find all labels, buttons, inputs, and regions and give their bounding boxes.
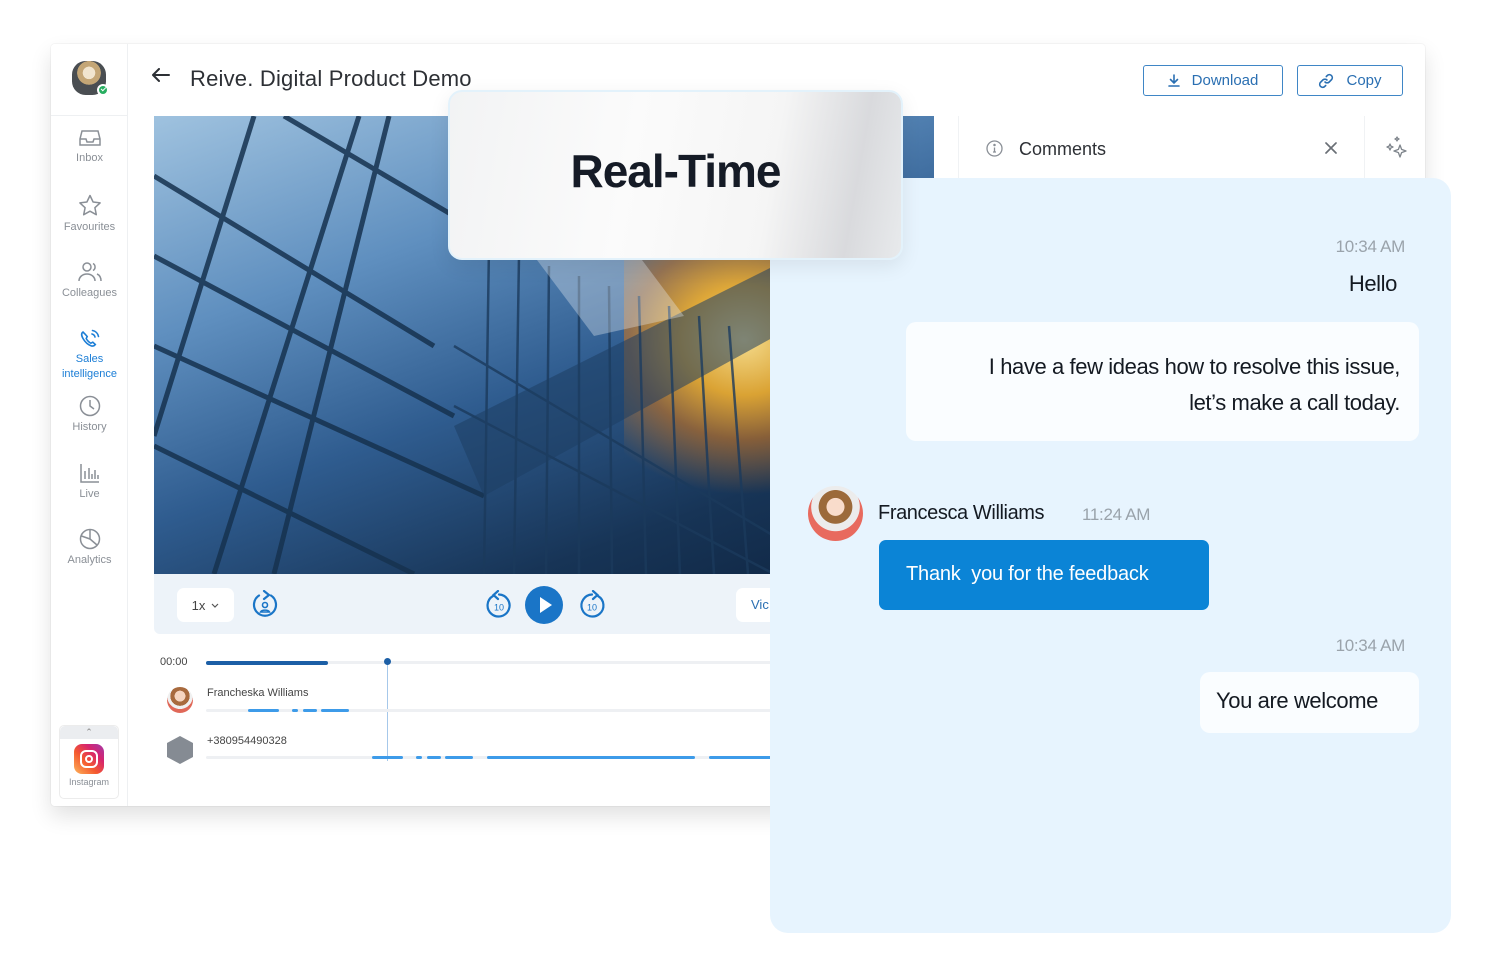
message-bubble: I have a few ideas how to resolve this i… — [906, 322, 1419, 441]
users-icon — [77, 262, 102, 282]
pie-chart-icon — [79, 528, 100, 550]
speech-segment[interactable] — [248, 709, 279, 712]
ai-assistant-button[interactable] — [1364, 116, 1425, 179]
rewind-10-icon[interactable]: 10 — [484, 590, 514, 620]
phone-ringing-icon — [80, 329, 99, 347]
chevron-down-icon — [211, 603, 219, 608]
download-button[interactable]: Download — [1143, 65, 1283, 96]
message-line: I have a few ideas how to resolve this i… — [988, 354, 1401, 379]
svg-text:10: 10 — [587, 603, 597, 613]
message-timestamp: 10:34 AM — [1335, 636, 1406, 655]
message-timestamp: 11:24 AM — [1082, 505, 1151, 524]
bar-chart-icon — [79, 464, 99, 483]
realtime-badge: Real-Time — [448, 90, 903, 260]
timeline-progress — [206, 661, 328, 665]
sidebar-item-analytics[interactable]: Analytics — [51, 528, 128, 568]
sidebar-item-history[interactable]: History — [51, 395, 128, 435]
instagram-icon — [74, 744, 104, 774]
speech-segment[interactable] — [292, 709, 298, 712]
speech-segment[interactable] — [445, 756, 473, 759]
clock-icon — [79, 395, 100, 417]
speech-segment[interactable] — [372, 756, 403, 759]
message-text: Thank you for the feedback — [906, 563, 1149, 585]
phone-number: +380954490328 — [207, 735, 287, 747]
timeline-current-time: 00:00 — [160, 656, 188, 668]
forward-10-icon[interactable]: 10 — [577, 590, 607, 620]
message-timestamp: 10:34 AM — [1335, 237, 1406, 256]
sidebar-item-sales-intelligence[interactable]: Sales intelligence — [51, 329, 128, 382]
speaker-avatar — [167, 687, 193, 713]
message-line: let’s make a call today. — [1189, 390, 1400, 415]
comments-header: Comments — [958, 116, 1365, 179]
playback-speed-select[interactable]: 1x — [177, 588, 234, 622]
message-bubble: You are welcome — [1200, 672, 1419, 733]
sidebar-profile — [51, 44, 127, 116]
svg-text:10: 10 — [494, 603, 504, 613]
speech-segment[interactable] — [427, 756, 441, 759]
link-icon — [1319, 73, 1334, 88]
download-icon — [1167, 74, 1180, 87]
speech-segment[interactable] — [303, 709, 317, 712]
realtime-label: Real-Time — [570, 145, 781, 197]
page-title: Reive. Digital Product Demo — [190, 66, 472, 91]
close-icon[interactable] — [1325, 142, 1337, 154]
chat-panel: 10:34 AM Hello I have a few ideas how to… — [770, 178, 1451, 933]
sidebar: Inbox Favourites Colleagues Sales intell… — [51, 44, 128, 806]
sidebar-item-colleagues[interactable]: Colleagues — [51, 261, 128, 301]
phone-contact-icon — [167, 736, 193, 764]
online-status-icon — [97, 84, 109, 96]
comments-title: Comments — [1019, 139, 1107, 159]
message-bubble-own: Thank you for the feedback — [879, 540, 1209, 610]
copy-link-button[interactable]: Copy — [1297, 65, 1403, 96]
message-text: Hello — [1348, 271, 1398, 296]
star-icon — [78, 194, 101, 216]
sidebar-item-favourites[interactable]: Favourites — [51, 194, 128, 235]
author-name: Francesca Williams — [878, 502, 1045, 524]
speech-segment[interactable] — [709, 756, 779, 759]
speech-segment[interactable] — [487, 756, 695, 759]
chevron-up-icon[interactable]: ⌃ — [60, 726, 118, 739]
back-arrow-icon[interactable] — [152, 68, 170, 82]
inbox-icon — [78, 130, 101, 146]
sidebar-item-inbox[interactable]: Inbox — [51, 128, 128, 166]
playhead-handle[interactable] — [384, 658, 391, 665]
speech-segment[interactable] — [416, 756, 422, 759]
sidebar-item-live[interactable]: Live — [51, 462, 128, 502]
restart-speaker-icon[interactable] — [251, 590, 279, 620]
play-button[interactable] — [525, 586, 563, 624]
speech-segment[interactable] — [321, 709, 349, 712]
info-icon — [986, 140, 1003, 157]
player-controls: 1x 10 10 Vic — [154, 574, 834, 634]
speaker-name: Francheska Williams — [207, 687, 309, 699]
sparkles-icon — [1386, 136, 1407, 158]
integration-instagram[interactable]: ⌃ Instagram — [59, 725, 119, 799]
message-text: You are welcome — [1216, 688, 1378, 713]
author-avatar — [808, 486, 863, 541]
